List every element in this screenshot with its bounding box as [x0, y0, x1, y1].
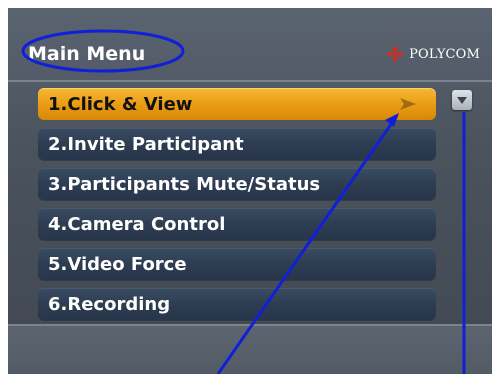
polycom-logo: POLYCOM	[385, 46, 480, 62]
footer-bar	[8, 326, 492, 374]
menu-item-label: 1.Click & View	[48, 93, 193, 115]
menu-item-label: 2.Invite Participant	[48, 133, 244, 155]
polycom-logo-icon	[387, 46, 404, 62]
scroll-down-icon	[457, 97, 467, 104]
arrow-right-icon	[400, 98, 416, 110]
main-menu-screen: Main Menu POLYCOM 1.Click & View 2.Invit…	[8, 8, 492, 374]
menu-item-video-force[interactable]: 5.Video Force	[38, 248, 436, 280]
logo-text: POLYCOM	[409, 46, 480, 62]
page-title: Main Menu	[28, 43, 146, 65]
menu-item-label: 3.Participants Mute/Status	[48, 173, 321, 195]
header-bar: Main Menu POLYCOM	[8, 8, 492, 80]
menu-item-label: 5.Video Force	[48, 253, 187, 275]
menu-list: 1.Click & View 2.Invite Participant 3.Pa…	[38, 88, 436, 328]
menu-item-invite-participant[interactable]: 2.Invite Participant	[38, 128, 436, 160]
menu-item-participants-mute-status[interactable]: 3.Participants Mute/Status	[38, 168, 436, 200]
menu-item-camera-control[interactable]: 4.Camera Control	[38, 208, 436, 240]
menu-item-click-and-view[interactable]: 1.Click & View	[38, 88, 436, 120]
menu-item-label: 4.Camera Control	[48, 213, 226, 235]
header-divider	[8, 80, 492, 82]
menu-item-recording[interactable]: 6.Recording	[38, 288, 436, 320]
scroll-down-button[interactable]	[452, 90, 472, 110]
menu-item-label: 6.Recording	[48, 293, 171, 315]
